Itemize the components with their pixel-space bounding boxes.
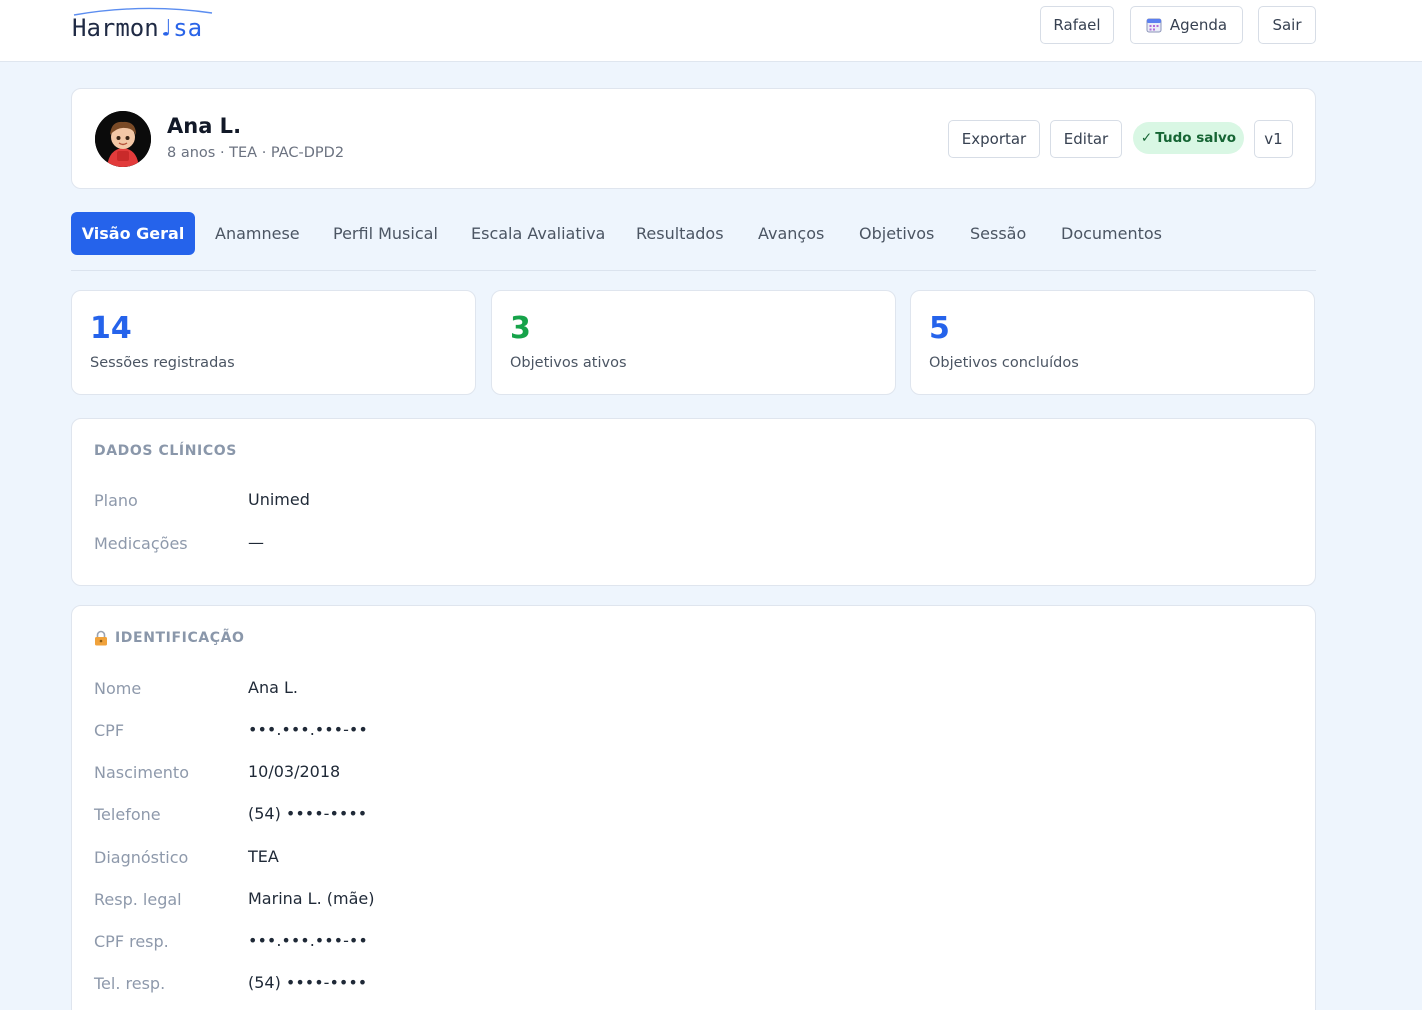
logo-text-left: Harmon — [72, 14, 159, 42]
tab-label: Avanços — [758, 224, 825, 243]
stat-label: Objetivos concluídos — [929, 355, 1079, 371]
calendar-icon — [1146, 18, 1162, 33]
tab-label: Perfil Musical — [333, 224, 438, 243]
field-label: Resp. legal — [94, 890, 182, 909]
patient-avatar — [95, 111, 151, 167]
field-value: •••.•••.•••-•• — [248, 931, 368, 950]
logout-button-label: Sair — [1272, 16, 1302, 34]
edit-button[interactable]: Editar — [1050, 120, 1122, 158]
stat-label: Objetivos ativos — [510, 355, 627, 371]
field-value: Ana L. — [248, 678, 298, 697]
tab-escala-avaliativa[interactable]: Escala Avaliativa — [471, 212, 605, 255]
tab-resultados[interactable]: Resultados — [636, 212, 724, 255]
tab-visao-geral[interactable]: Visão Geral — [71, 212, 195, 255]
patient-header-card: Ana L. 8 anos · TEA · PAC-DPD2 Exportar … — [71, 88, 1316, 189]
field-value: 10/03/2018 — [248, 762, 341, 781]
stat-value: 5 — [929, 311, 950, 346]
identification-card: IDENTIFICAÇÃO Nome Ana L. CPF •••.•••.••… — [71, 605, 1316, 1010]
check-icon: ✓ — [1140, 130, 1153, 146]
user-button-label: Rafael — [1053, 16, 1101, 34]
app-logo[interactable]: Harmon♩sa — [72, 14, 202, 42]
saved-status-badge: ✓ Tudo salvo — [1133, 122, 1244, 154]
field-label: Nascimento — [94, 763, 189, 782]
tab-label: Documentos — [1061, 224, 1163, 243]
tab-anamnese[interactable]: Anamnese — [215, 212, 300, 255]
field-label: CPF — [94, 721, 125, 740]
identification-title: IDENTIFICAÇÃO — [115, 630, 245, 646]
patient-meta: 8 anos · TEA · PAC-DPD2 — [167, 145, 345, 161]
tab-label: Visão Geral — [81, 224, 185, 243]
field-value: Marina L. (mãe) — [248, 889, 375, 908]
edit-button-label: Editar — [1063, 130, 1109, 148]
field-value: (54) ••••-•••• — [248, 973, 368, 992]
patient-name: Ana L. — [167, 114, 242, 138]
export-button-label: Exportar — [961, 130, 1027, 148]
field-label: Plano — [94, 491, 138, 510]
lock-icon — [95, 630, 107, 646]
field-label: Telefone — [94, 805, 161, 824]
version-label: v1 — [1264, 130, 1283, 148]
tabs-divider — [71, 270, 1316, 271]
tab-label: Objetivos — [859, 224, 935, 243]
stat-card-active-goals: 3 Objetivos ativos — [491, 290, 896, 395]
field-label: Nome — [94, 679, 142, 698]
clinical-data-card: DADOS CLÍNICOS Plano Unimed Medicações — — [71, 418, 1316, 586]
child-avatar-icon — [95, 111, 151, 167]
tab-label: Anamnese — [215, 224, 300, 243]
field-value: — — [248, 533, 264, 552]
top-bar: Harmon♩sa Rafael Agenda Sair — [0, 0, 1422, 62]
field-value: Unimed — [248, 490, 310, 509]
stat-label: Sessões registradas — [90, 355, 235, 371]
logout-button[interactable]: Sair — [1258, 6, 1316, 44]
stat-card-completed-goals: 5 Objetivos concluídos — [910, 290, 1315, 395]
tab-objetivos[interactable]: Objetivos — [859, 212, 934, 255]
section-title: DADOS CLÍNICOS — [94, 443, 237, 459]
field-label: Tel. resp. — [94, 974, 166, 993]
saved-status-label: Tudo salvo — [1155, 130, 1237, 146]
export-button[interactable]: Exportar — [948, 120, 1040, 158]
tab-label: Escala Avaliativa — [471, 224, 606, 243]
field-value: (54) ••••-•••• — [248, 804, 368, 823]
field-label: Medicações — [94, 534, 188, 553]
stat-value: 3 — [510, 311, 531, 346]
tab-avancos[interactable]: Avanços — [758, 212, 824, 255]
tab-label: Sessão — [970, 224, 1027, 243]
user-button[interactable]: Rafael — [1040, 6, 1114, 44]
tab-documentos[interactable]: Documentos — [1061, 212, 1162, 255]
music-note-icon: ♩ — [158, 14, 174, 42]
section-title: IDENTIFICAÇÃO — [94, 630, 245, 646]
tab-label: Resultados — [636, 224, 724, 243]
agenda-button-label: Agenda — [1169, 16, 1228, 34]
field-label: CPF resp. — [94, 932, 169, 951]
stat-card-sessions: 14 Sessões registradas — [71, 290, 476, 395]
tab-perfil-musical[interactable]: Perfil Musical — [333, 212, 438, 255]
clinical-title: DADOS CLÍNICOS — [94, 443, 237, 459]
field-value: •••.•••.•••-•• — [248, 720, 368, 739]
field-label: Diagnóstico — [94, 848, 189, 867]
field-value: TEA — [248, 847, 279, 866]
tab-sessao[interactable]: Sessão — [970, 212, 1026, 255]
agenda-button[interactable]: Agenda — [1130, 6, 1243, 44]
version-button[interactable]: v1 — [1254, 120, 1293, 158]
stat-value: 14 — [90, 311, 132, 346]
logo-text-right: sa — [173, 14, 203, 42]
